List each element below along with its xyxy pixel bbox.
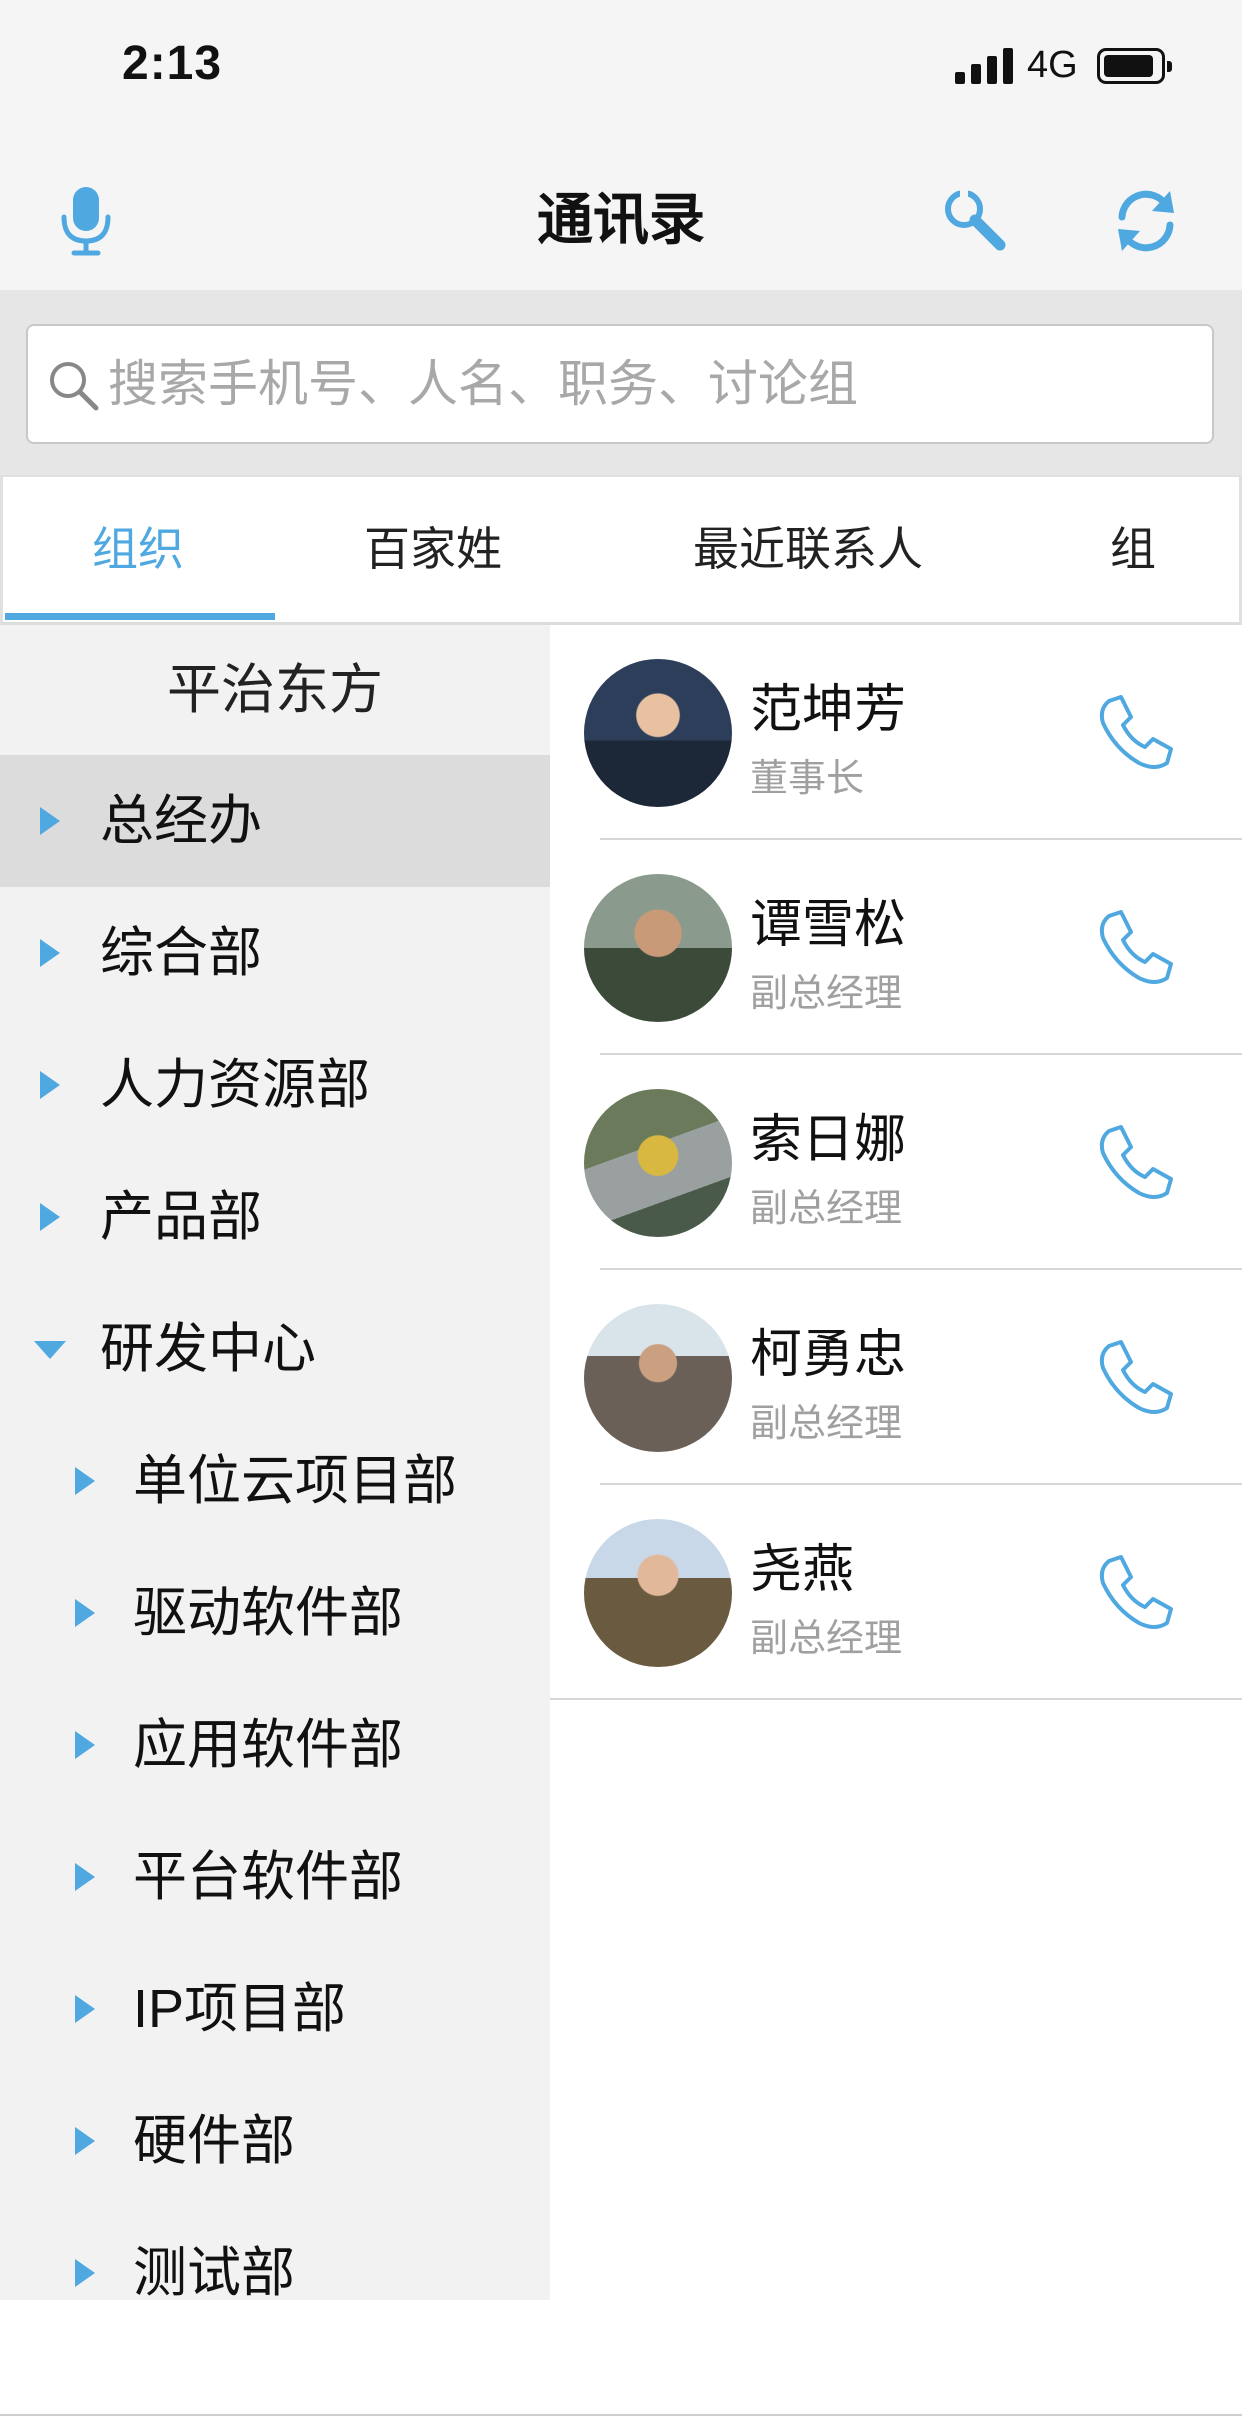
contact-name: 索日娜	[750, 1111, 907, 1169]
tree-item[interactable]: 驱动软件部	[0, 1547, 550, 1679]
caret-right-icon[interactable]	[40, 807, 60, 835]
contact-row[interactable]: 索日娜 副总经理	[584, 1055, 1242, 1270]
phone-icon[interactable]	[1095, 1336, 1177, 1418]
signal-strength-icon	[955, 48, 1015, 84]
org-tree-sidebar: 平治东方 总经办综合部人力资源部产品部研发中心单位云项目部 驱动软件部应用软件部平…	[0, 625, 550, 2300]
tree-item-label: 单位云项目部	[133, 1451, 457, 1511]
phone-icon[interactable]	[1095, 906, 1177, 988]
caret-right-icon[interactable]	[75, 1467, 95, 1495]
caret-right-icon[interactable]	[40, 1203, 60, 1231]
contact-title: 副总经理	[750, 1403, 903, 1445]
contact-name: 谭雪松	[750, 896, 907, 954]
org-name: 平治东方	[167, 660, 383, 720]
tree-item-label: 应用软件部	[133, 1715, 403, 1775]
network-type: 4G	[1027, 44, 1078, 86]
avatar	[584, 1089, 732, 1237]
org-tree-list: 总经办综合部人力资源部产品部研发中心单位云项目部 驱动软件部应用软件部平台软件部 I…	[0, 755, 550, 2300]
tab-bar: 组织 百家姓 最近联系人 组	[0, 475, 1242, 625]
status-bar: 2:13 4G	[0, 0, 1242, 135]
page-title: 通讯录	[537, 188, 705, 251]
tree-item-label: 总经办	[100, 791, 262, 851]
phone-icon[interactable]	[1095, 691, 1177, 773]
tree-item[interactable]: IP项目部	[0, 1943, 550, 2075]
tree-item-label: 产品部	[100, 1187, 262, 1247]
contact-row[interactable]: 谭雪松 副总经理	[584, 840, 1242, 1055]
tree-item[interactable]: 单位云项目部	[0, 1415, 550, 1547]
tab-groups[interactable]: 组	[1073, 477, 1193, 622]
wrench-icon[interactable]	[940, 185, 1010, 255]
caret-right-icon[interactable]	[75, 1863, 95, 1891]
tree-item-label: 平台软件部	[133, 1847, 403, 1907]
tree-item-label: 综合部	[100, 923, 262, 983]
refresh-icon[interactable]	[1110, 185, 1182, 257]
search-input[interactable]	[108, 326, 1202, 442]
caret-down-icon[interactable]	[34, 1341, 66, 1359]
tab-organization[interactable]: 组织	[3, 477, 273, 622]
tab-recent-contacts[interactable]: 最近联系人	[643, 477, 973, 622]
search-area	[0, 290, 1242, 475]
caret-right-icon[interactable]	[40, 939, 60, 967]
tree-item[interactable]: 硬件部	[0, 2075, 550, 2207]
tree-item[interactable]: 人力资源部	[0, 1019, 550, 1151]
tree-item-label: 硬件部	[133, 2111, 295, 2171]
avatar	[584, 874, 732, 1022]
contact-row[interactable]: 尧燕 副总经理	[550, 1485, 1242, 1700]
tree-item[interactable]: 平台软件部	[0, 1811, 550, 1943]
caret-right-icon[interactable]	[75, 1599, 95, 1627]
tree-item[interactable]: 产品部	[0, 1151, 550, 1283]
tab-surnames[interactable]: 百家姓	[303, 477, 563, 622]
search-box[interactable]	[26, 324, 1214, 444]
nav-bar: 通讯录	[0, 135, 1242, 290]
contact-row[interactable]: 范坤芳 董事长	[584, 625, 1242, 840]
tree-item[interactable]: 应用软件部	[0, 1679, 550, 1811]
caret-right-icon[interactable]	[75, 2259, 95, 2287]
caret-right-icon[interactable]	[40, 1071, 60, 1099]
search-icon	[50, 362, 99, 411]
tree-item-label: 研发中心	[100, 1319, 316, 1379]
phone-icon[interactable]	[1095, 1121, 1177, 1203]
status-time: 2:13	[122, 37, 223, 90]
caret-right-icon[interactable]	[75, 1731, 95, 1759]
tree-item-label: 测试部	[133, 2243, 295, 2300]
tree-item[interactable]: 综合部	[0, 887, 550, 1019]
avatar	[584, 1304, 732, 1452]
tree-item[interactable]: 测试部	[0, 2207, 550, 2300]
bottom-bar	[0, 2300, 1242, 2416]
avatar	[584, 659, 732, 807]
contact-title: 副总经理	[750, 1618, 903, 1660]
contact-title: 副总经理	[750, 1188, 903, 1230]
battery-icon	[1097, 48, 1172, 84]
phone-icon[interactable]	[1095, 1551, 1177, 1633]
tree-item-label: 人力资源部	[100, 1055, 370, 1115]
avatar	[584, 1519, 732, 1667]
caret-right-icon[interactable]	[75, 2127, 95, 2155]
caret-right-icon[interactable]	[75, 1995, 95, 2023]
contact-title: 副总经理	[750, 973, 903, 1015]
contact-name: 尧燕	[750, 1541, 855, 1599]
tree-item[interactable]: 总经办	[0, 755, 550, 887]
tree-item-label: 驱动软件部	[133, 1583, 403, 1643]
contact-list: 范坤芳 董事长 谭雪松 副总经理 索日娜 副总经理 柯勇忠 副总经理 尧燕 副总经理	[550, 625, 1242, 1700]
contact-name: 柯勇忠	[750, 1326, 907, 1384]
tree-item[interactable]: 研发中心	[0, 1283, 550, 1415]
contact-row[interactable]: 柯勇忠 副总经理	[584, 1270, 1242, 1485]
contact-title: 董事长	[750, 758, 865, 800]
tab-active-indicator	[5, 613, 275, 620]
tree-item-label: IP项目部	[133, 1979, 347, 2039]
contact-name: 范坤芳	[750, 681, 907, 739]
